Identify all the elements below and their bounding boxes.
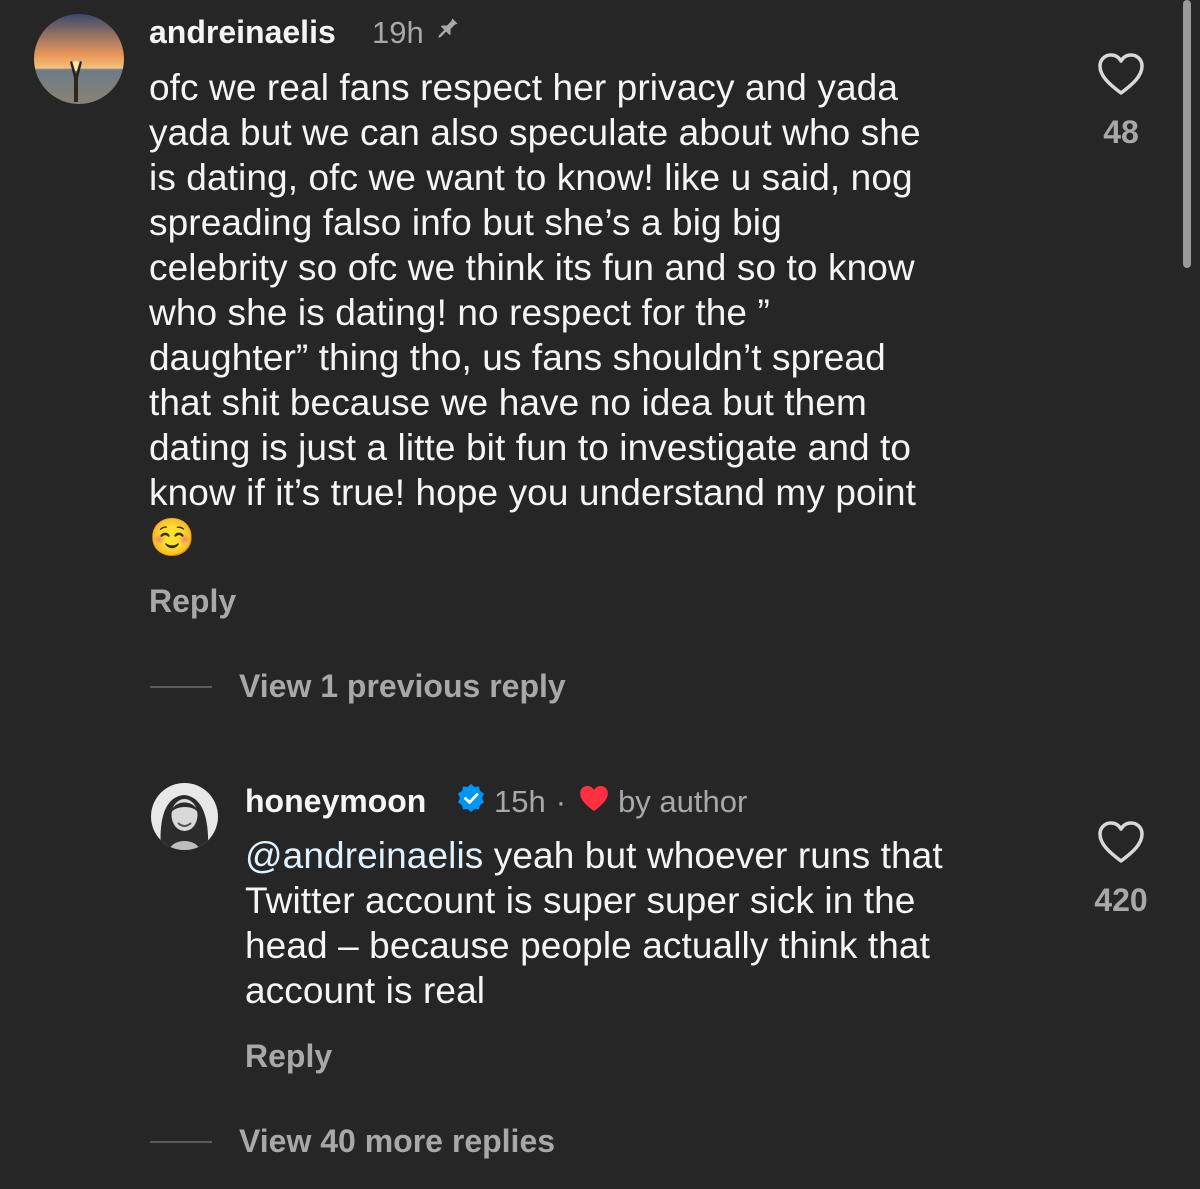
heart-outline-icon [1098, 821, 1144, 863]
comment-reply-button[interactable]: Reply [149, 583, 236, 620]
by-author-label: by author [618, 784, 748, 819]
meta-dot: · [555, 784, 567, 819]
comment-text: ofc we real fans respect her privacy and… [149, 67, 921, 558]
comment-meta: 19h [372, 14, 462, 52]
view-previous-replies[interactable]: View 1 previous reply [150, 668, 566, 705]
view-more-label: View 40 more replies [239, 1123, 556, 1159]
reply-mention[interactable]: @andreinaelis [245, 835, 483, 876]
divider-line [150, 685, 212, 688]
author-liked-heart-icon [578, 784, 610, 821]
view-more-replies[interactable]: View 40 more replies [150, 1123, 555, 1160]
divider-line [150, 1140, 212, 1143]
reply-like-button[interactable]: 420 [1094, 820, 1148, 919]
reply-reply-button[interactable]: Reply [245, 1038, 332, 1075]
reply-username[interactable]: honeymoon [245, 783, 426, 820]
verified-badge-icon [456, 783, 486, 821]
comment-like-button[interactable]: 48 [1096, 52, 1146, 151]
comment-time: 19h [372, 15, 424, 50]
avatar-andreinaelis[interactable] [34, 14, 124, 104]
avatar-honeymoon[interactable] [151, 783, 218, 850]
scrollbar[interactable] [1183, 0, 1191, 268]
reply-time: 15h [494, 784, 546, 819]
pin-icon [432, 14, 462, 52]
reply-text: @andreinaelis yeah but whoever runs that… [245, 833, 1065, 1013]
reply-like-count: 420 [1094, 882, 1148, 918]
heart-outline-icon [1098, 53, 1144, 95]
reply-meta: 15h · by author [456, 783, 747, 821]
view-previous-label: View 1 previous reply [239, 668, 566, 704]
comment-like-count: 48 [1103, 114, 1139, 150]
comment-username[interactable]: andreinaelis [149, 14, 336, 51]
